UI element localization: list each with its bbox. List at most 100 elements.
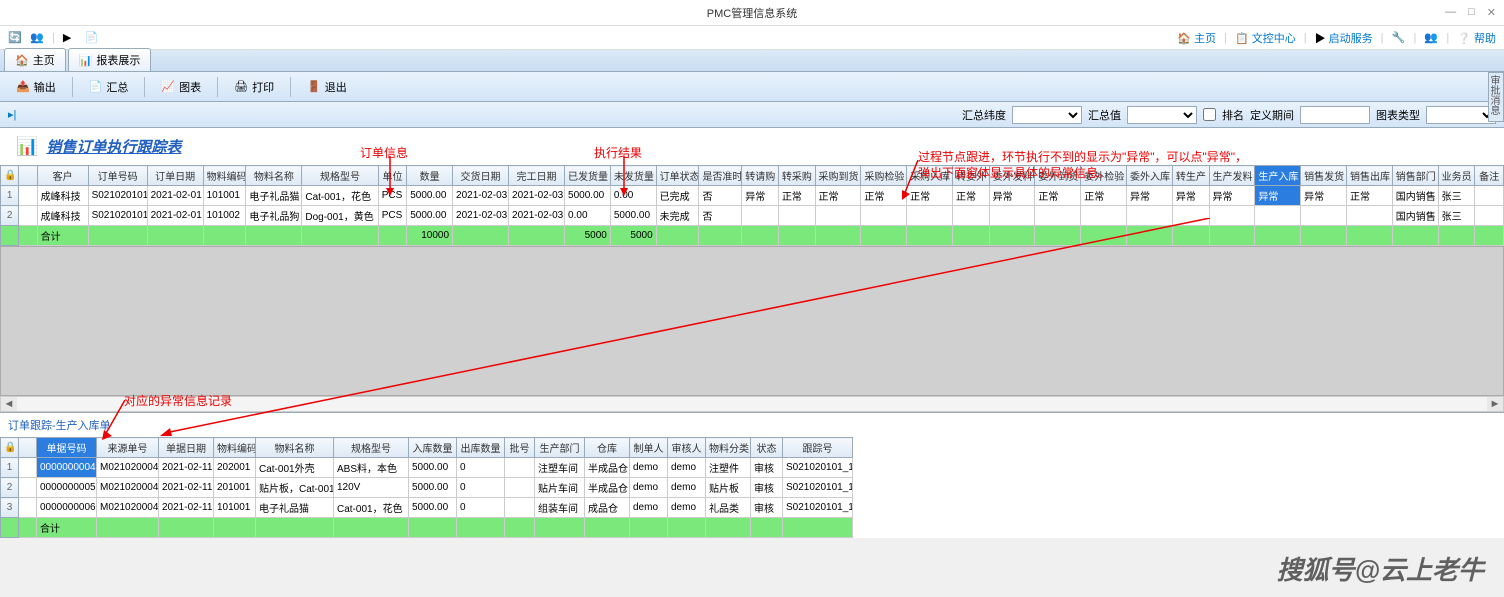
doc-icon[interactable]: 📄 — [85, 31, 99, 45]
cell[interactable]: Cat-001外壳 — [256, 458, 334, 478]
cell[interactable]: 5000.00 — [565, 186, 611, 206]
tool-icon[interactable]: 🔧 — [1392, 31, 1406, 45]
cell[interactable]: 已完成 — [656, 186, 699, 206]
col-header[interactable]: 业务员 — [1438, 166, 1475, 186]
cell[interactable] — [19, 478, 37, 498]
cell[interactable]: 101001 — [203, 186, 246, 206]
col-header[interactable]: 已发货量 — [565, 166, 611, 186]
cell[interactable]: 注塑件 — [706, 458, 751, 478]
col-header[interactable]: 采购到货 — [815, 166, 861, 186]
cell[interactable]: 成品仓 — [585, 498, 630, 518]
col-header[interactable]: 完工日期 — [509, 166, 565, 186]
col-header[interactable]: 转请购 — [742, 166, 779, 186]
col-header[interactable]: 生产部门 — [535, 438, 585, 458]
col-header[interactable]: 制单人 — [630, 438, 668, 458]
cell[interactable] — [1475, 186, 1504, 206]
cell[interactable]: S021020101_1 — [783, 478, 853, 498]
home-link[interactable]: 🏠 主页 — [1177, 30, 1216, 46]
tab-report[interactable]: 📊 报表展示 — [68, 48, 152, 71]
export-button[interactable]: 📤 输出 — [8, 76, 64, 98]
cell[interactable]: Cat-001，花色 — [302, 186, 378, 206]
doccenter-link[interactable]: 📋 文控中心 — [1235, 30, 1296, 46]
cell[interactable]: 注塑车间 — [535, 458, 585, 478]
summary-button[interactable]: 📄 汇总 — [81, 76, 137, 98]
col-header[interactable]: 出库数量 — [457, 438, 505, 458]
report-title-link[interactable]: 销售订单执行跟踪表 — [46, 136, 181, 157]
cell[interactable]: PCS — [378, 186, 407, 206]
help-link[interactable]: ❔ 帮助 — [1457, 30, 1496, 46]
cell[interactable]: Cat-001，花色 — [334, 498, 409, 518]
col-header[interactable]: 采购入库 — [907, 166, 953, 186]
col-header[interactable]: 仓库 — [585, 438, 630, 458]
col-header[interactable]: 销售出库 — [1346, 166, 1392, 186]
col-header[interactable]: 状态 — [751, 438, 783, 458]
cell[interactable]: 电子礼品猫 — [256, 498, 334, 518]
cell[interactable]: 0 — [457, 478, 505, 498]
cell[interactable]: 异常 — [1301, 186, 1347, 206]
cell[interactable]: 礼品类 — [706, 498, 751, 518]
cell[interactable]: 201001 — [214, 478, 256, 498]
cell[interactable]: 101001 — [214, 498, 256, 518]
cell[interactable] — [1127, 206, 1173, 226]
cell[interactable] — [19, 206, 37, 226]
cell[interactable]: 电子礼品猫 — [246, 186, 302, 206]
col-header[interactable]: 生产入库 — [1255, 166, 1301, 186]
cell[interactable] — [1255, 206, 1301, 226]
cell[interactable]: demo — [668, 478, 706, 498]
cell[interactable]: 0000000004 — [37, 458, 97, 478]
cell[interactable]: 否 — [699, 206, 742, 226]
cell[interactable]: 未完成 — [656, 206, 699, 226]
cell[interactable]: 正常 — [1081, 186, 1127, 206]
cell[interactable] — [1172, 206, 1209, 226]
exit-button[interactable]: 🚪 退出 — [299, 76, 355, 98]
col-header[interactable]: 批号 — [505, 438, 535, 458]
cell[interactable]: 2021-02-01 — [147, 186, 203, 206]
cell[interactable]: demo — [630, 478, 668, 498]
cell[interactable]: 组装车间 — [535, 498, 585, 518]
col-header[interactable]: 订单日期 — [147, 166, 203, 186]
cell[interactable]: ABS料，本色 — [334, 458, 409, 478]
flag-icon[interactable]: ▶ — [63, 31, 77, 45]
col-header[interactable]: 单据号码 — [37, 438, 97, 458]
cell[interactable]: PCS — [378, 206, 407, 226]
period-input[interactable] — [1300, 106, 1370, 124]
cell[interactable]: 5000.00 — [409, 498, 457, 518]
cell[interactable] — [952, 206, 989, 226]
col-header[interactable]: 采购检验 — [861, 166, 907, 186]
minimize-button[interactable]: — — [1445, 6, 1456, 19]
cell[interactable]: 贴片车间 — [535, 478, 585, 498]
col-header[interactable]: 交货日期 — [453, 166, 509, 186]
cell[interactable]: 异常 — [1209, 186, 1255, 206]
side-panel[interactable]: 审批消息 — [1488, 72, 1504, 122]
col-header[interactable]: 规格型号 — [334, 438, 409, 458]
cell[interactable] — [19, 498, 37, 518]
cell[interactable]: 0 — [457, 498, 505, 518]
cell[interactable]: 2021-02-03 — [509, 206, 565, 226]
cell[interactable]: 半成品仓 — [585, 458, 630, 478]
cell[interactable]: demo — [630, 498, 668, 518]
cell[interactable] — [19, 186, 37, 206]
col-header[interactable]: 来源单号 — [97, 438, 159, 458]
cell[interactable] — [742, 206, 779, 226]
cell[interactable]: M021020004 — [97, 458, 159, 478]
startservice-link[interactable]: ▶ 启动服务 — [1315, 30, 1373, 46]
cell[interactable]: 成峰科技 — [37, 206, 88, 226]
cell[interactable]: 异常 — [742, 186, 779, 206]
col-header[interactable]: 跟踪号 — [783, 438, 853, 458]
cell[interactable]: 0.00 — [565, 206, 611, 226]
cell[interactable]: 正常 — [778, 186, 815, 206]
cell[interactable]: 国内销售 — [1392, 206, 1438, 226]
maximize-button[interactable]: □ — [1468, 6, 1475, 19]
cell[interactable]: 0000000006 — [37, 498, 97, 518]
cell[interactable] — [505, 498, 535, 518]
refresh-icon[interactable]: 🔄 — [8, 31, 22, 45]
cell[interactable]: 正常 — [907, 186, 953, 206]
col-header[interactable] — [19, 438, 37, 458]
cell[interactable]: 2021-02-11 — [159, 478, 214, 498]
cell[interactable]: 0.00 — [610, 186, 656, 206]
col-header[interactable]: 物料名称 — [256, 438, 334, 458]
cell[interactable]: 202001 — [214, 458, 256, 478]
hscrollbar[interactable]: ◄► — [0, 396, 1504, 412]
cell[interactable]: Dog-001，黄色 — [302, 206, 378, 226]
cell[interactable]: 5000.00 — [407, 206, 453, 226]
